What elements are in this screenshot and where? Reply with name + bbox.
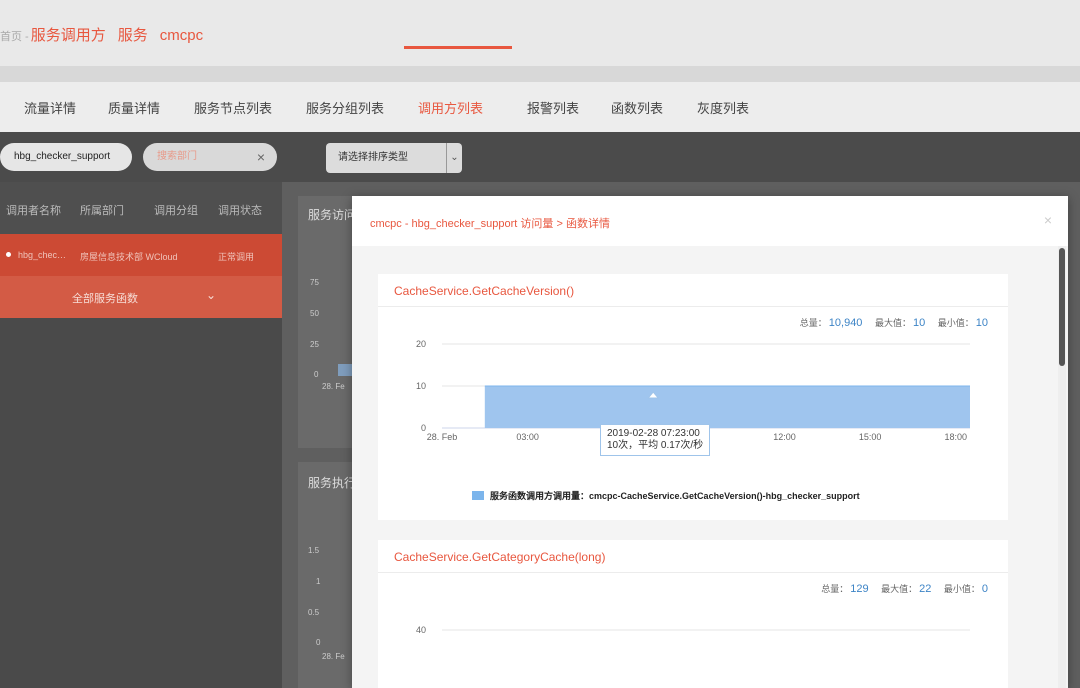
tab-alarms[interactable]: 报警列表 (527, 98, 579, 117)
x-tick-label: 15:00 (859, 432, 882, 442)
x-tick-label: 18:00 (944, 432, 967, 442)
scrollbar-thumb[interactable] (1059, 248, 1065, 366)
tab-callers[interactable]: 调用方列表 (418, 98, 483, 117)
min-value: 0 (981, 583, 988, 595)
clear-icon[interactable]: × (257, 143, 265, 171)
modal-body: CacheService.GetCacheVersion() 总量： 10,940… (352, 246, 1068, 688)
function-title: CacheService.GetCategoryCache(long) (394, 550, 606, 564)
tab-service-nodes[interactable]: 服务节点列表 (194, 98, 272, 117)
tab-functions[interactable]: 函数列表 (611, 98, 663, 117)
call-volume-chart[interactable]: 40 (378, 610, 1008, 688)
y-tick-label: 0 (421, 423, 426, 433)
legend-swatch (472, 491, 484, 500)
y-tick-label: 75 (310, 278, 319, 287)
sort-type-select[interactable]: 请选择排序类型 ⌄ (326, 143, 462, 173)
caller-status: 正常调用 (218, 252, 255, 262)
y-tick-label: 50 (310, 309, 319, 318)
tab-service-groups[interactable]: 服务分组列表 (306, 98, 384, 117)
y-tick-label: 20 (416, 339, 426, 349)
divider (378, 572, 1008, 573)
active-tab-indicator (404, 46, 512, 49)
tooltip-value: 10次，平均 0.17次/秒 (607, 440, 704, 451)
function-details-modal: cmcpc - hbg_checker_support 访问量 > 函数详情 ×… (352, 196, 1068, 688)
caller-department: 房屋信息技术部 WCloud (80, 252, 178, 262)
breadcrumb-item-callers[interactable]: 服务调用方 (31, 27, 106, 44)
breadcrumb: 首页 - 服务调用方 服务 cmcpc (0, 24, 215, 45)
function-stats: 总量： 129 最大值： 22 最小值： 0 (821, 582, 988, 595)
series-area (484, 386, 970, 428)
close-icon[interactable]: × (1044, 212, 1052, 228)
tab-quality-details[interactable]: 质量详情 (108, 98, 160, 117)
column-header-call-group[interactable]: 调用分组 (154, 202, 198, 218)
breadcrumb-home[interactable]: 首页 - (0, 31, 29, 43)
execution-panel-title: 服务执行 (308, 476, 357, 490)
x-tick-label: 28. Feb (427, 432, 458, 442)
column-header-call-status[interactable]: 调用状态 (218, 202, 262, 218)
row-bullet (6, 252, 11, 257)
all-functions-label: 全部服务函数 (72, 293, 138, 305)
app-filter-pill[interactable]: hbg_checker_support (0, 143, 132, 171)
function-title: CacheService.GetCacheVersion() (394, 284, 575, 298)
tab-traffic-details[interactable]: 流量详情 (24, 98, 76, 117)
caller-name: hbg_chec… (18, 250, 67, 260)
y-tick-label: 25 (310, 340, 319, 349)
x-tick-label: 28. Fe (322, 652, 345, 661)
chart-legend[interactable]: 服务函数调用方调用量：cmcpc-CacheService.GetCacheVe… (472, 489, 860, 502)
x-tick-label: 28. Fe (322, 382, 345, 391)
traffic-bar (338, 364, 352, 376)
x-tick-label: 03:00 (516, 432, 539, 442)
min-label: 最小值： (943, 584, 980, 594)
department-search-input[interactable]: 搜索部门 × (143, 143, 277, 171)
chevron-down-icon: ⌄ (446, 143, 462, 173)
all-functions-toggle[interactable]: 全部服务函数 ⌄ (0, 276, 282, 318)
breadcrumb-item-cmcpc: cmcpc (159, 27, 204, 44)
tooltip-time: 2019-02-28 07:23:00 (607, 428, 700, 439)
traffic-panel-title: 服务访问 (308, 208, 357, 222)
caller-row[interactable]: hbg_chec… 房屋信息技术部 WCloud 正常调用 (0, 234, 282, 276)
total-value: 129 (850, 583, 869, 595)
total-label: 总量： (821, 584, 849, 594)
traffic-panel (298, 196, 358, 448)
y-tick-label: 1.5 (308, 546, 320, 555)
y-tick-label: 1 (316, 577, 321, 586)
tab-bar: 流量详情 质量详情 服务节点列表 服务分组列表 调用方列表 报警列表 函数列表 … (0, 82, 1080, 132)
y-tick-label: 10 (416, 381, 426, 391)
tab-gray[interactable]: 灰度列表 (697, 98, 749, 117)
column-header-caller-name[interactable]: 调用者名称 (6, 202, 61, 218)
divider (378, 306, 1008, 307)
department-search-placeholder: 搜索部门 (157, 151, 197, 162)
y-tick-label: 0 (314, 370, 319, 379)
function-card: CacheService.GetCategoryCache(long) 总量： 1… (378, 540, 1008, 688)
y-tick-label: 40 (416, 625, 426, 635)
y-tick-label: 0.5 (308, 608, 320, 617)
sort-type-placeholder: 请选择排序类型 (338, 152, 408, 163)
chevron-down-icon: ⌄ (206, 288, 217, 302)
breadcrumb-item-service[interactable]: 服务 (118, 27, 148, 44)
header-band (0, 66, 1080, 82)
x-tick-label: 12:00 (773, 432, 796, 442)
function-card: CacheService.GetCacheVersion() 总量： 10,940… (378, 274, 1008, 520)
legend-label: 服务函数调用方调用量：cmcpc-CacheService.GetCacheVe… (490, 491, 860, 501)
chart-tooltip: 2019-02-28 07:23:00 10次，平均 0.17次/秒 (600, 424, 711, 456)
max-label: 最大值： (881, 584, 918, 594)
column-header-department[interactable]: 所属部门 (80, 202, 124, 218)
modal-title: cmcpc - hbg_checker_support 访问量 > 函数详情 (370, 218, 610, 230)
y-tick-label: 0 (316, 638, 321, 647)
max-value: 22 (919, 583, 932, 595)
